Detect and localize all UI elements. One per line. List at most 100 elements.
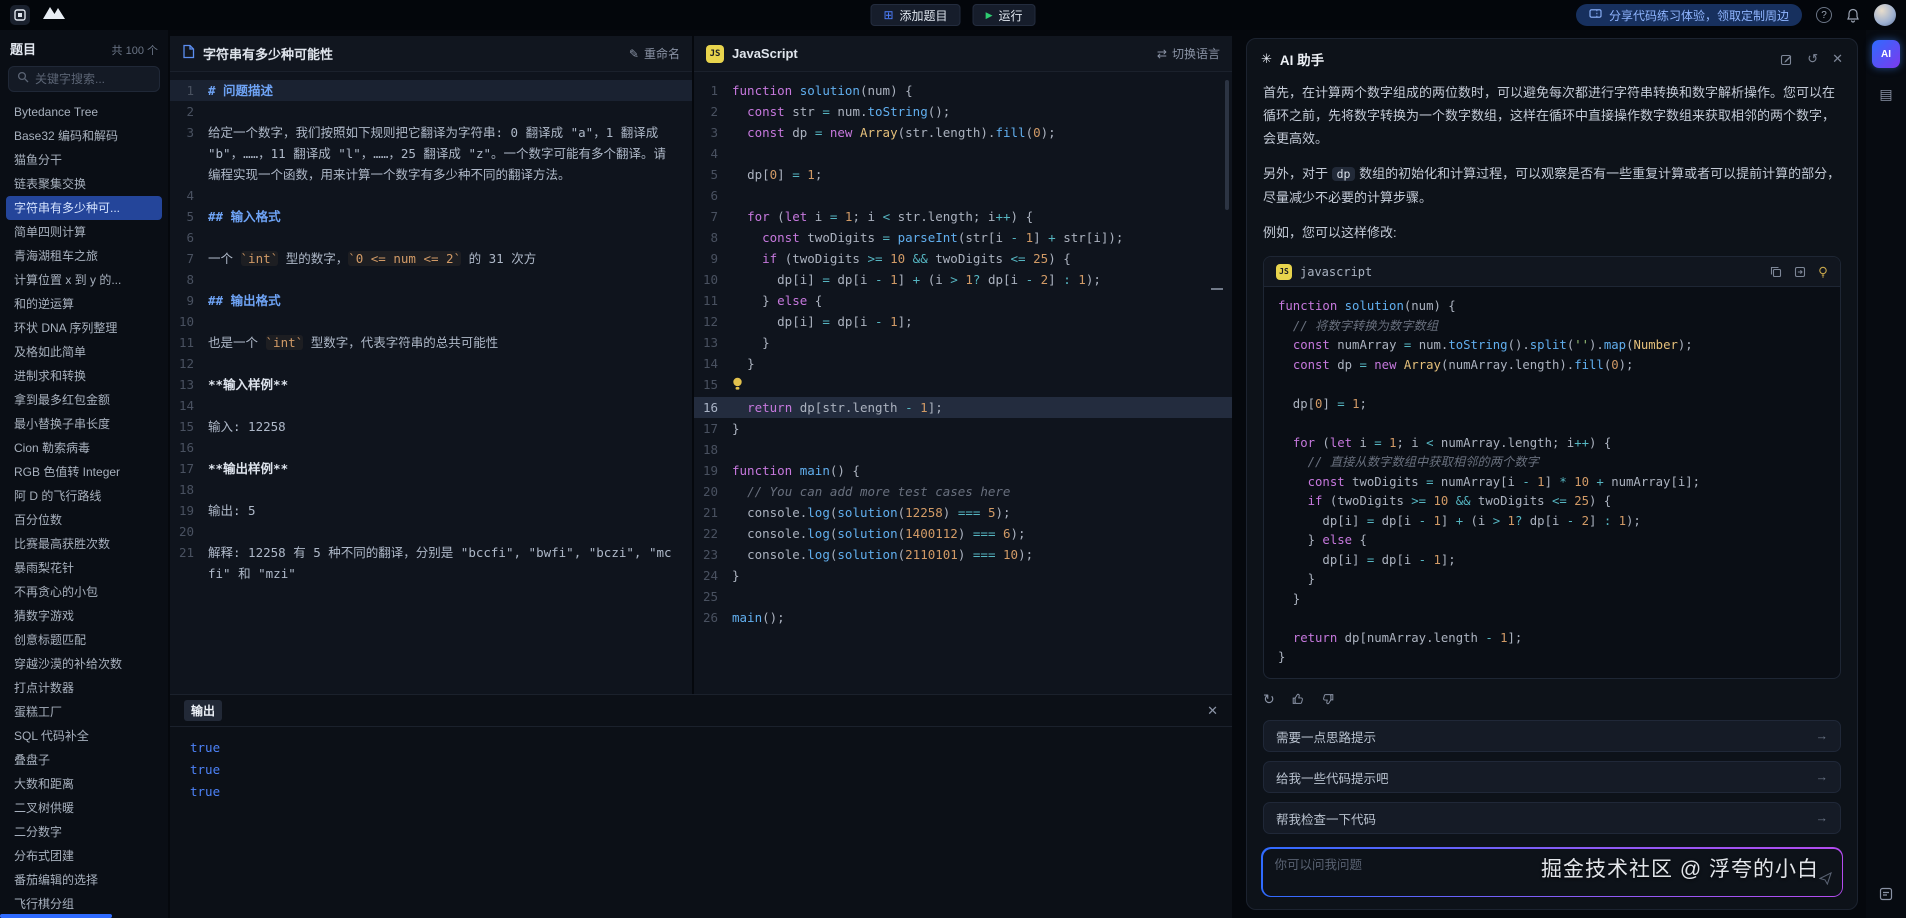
sidebar-item[interactable]: 大数和距离 [6,772,162,796]
code-line[interactable]: 9 if (twoDigits >= 10 && twoDigits <= 25… [694,248,1232,269]
code-line[interactable]: 8 const twoDigits = parseInt(str[i - 1] … [694,227,1232,248]
chat-input-field[interactable] [1275,858,1830,872]
code-line[interactable]: 18 [694,439,1232,460]
brand-logo-icon[interactable] [42,5,66,25]
sidebar-item[interactable]: 拿到最多红包金额 [6,388,162,412]
problem-line[interactable]: 14 [170,395,692,416]
quickfix-lightbulb-icon[interactable] [732,376,743,397]
copy-icon[interactable] [1770,266,1782,278]
sidebar-item[interactable]: 链表聚集交换 [6,172,162,196]
help-icon[interactable]: ? [1816,7,1832,23]
sidebar-item[interactable]: 叠盘子 [6,748,162,772]
problem-line[interactable]: 5## 输入格式 [170,206,692,227]
code-line[interactable]: 14 } [694,353,1232,374]
code-line[interactable]: 21 console.log(solution(12258) === 5); [694,502,1232,523]
sidebar-item[interactable]: 环状 DNA 序列整理 [6,316,162,340]
sidebar-item[interactable]: 计算位置 x 到 y 的... [6,268,162,292]
problem-line[interactable]: 9## 输出格式 [170,290,692,311]
regenerate-icon[interactable]: ↻ [1263,691,1275,708]
problem-line[interactable]: 6 [170,227,692,248]
thumbs-up-icon[interactable] [1291,692,1305,706]
sidebar-item[interactable]: SQL 代码补全 [6,724,162,748]
sidebar-item[interactable]: 阿 D 的飞行路线 [6,484,162,508]
problem-line[interactable]: 1# 问题描述 [170,80,692,101]
suggestion-pill[interactable]: 需要一点思路提示→ [1263,720,1841,752]
sidebar-item[interactable]: Bytedance Tree [6,100,162,124]
code-line[interactable]: 26main(); [694,607,1232,628]
hint-icon[interactable] [1818,266,1828,278]
sidebar-item[interactable]: 及格如此简单 [6,340,162,364]
problem-line[interactable]: 16 [170,437,692,458]
problem-line[interactable]: 7一个 `int` 型的数字，`0 <= num <= 2` 的 31 次方 [170,248,692,269]
sidebar-item[interactable]: 不再贪心的小包 [6,580,162,604]
problem-line[interactable]: 4 [170,185,692,206]
chat-input[interactable] [1263,849,1842,896]
sidebar-scrollbar[interactable] [0,914,112,918]
problem-line[interactable]: 20 [170,521,692,542]
sidebar-item[interactable]: 蛋糕工厂 [6,700,162,724]
sidebar-item[interactable]: 字符串有多少种可... [6,196,162,220]
code-line[interactable]: 17} [694,418,1232,439]
code-line[interactable]: 16 return dp[str.length - 1]; [694,397,1232,418]
code-line[interactable]: 13 } [694,332,1232,353]
code-line[interactable]: 3 const dp = new Array(str.length).fill(… [694,122,1232,143]
problem-line[interactable]: 13**输入样例** [170,374,692,395]
code-editor[interactable]: 1function solution(num) {2 const str = n… [694,72,1232,694]
code-line[interactable]: 10 dp[i] = dp[i - 1] + (i > 1? dp[i - 2]… [694,269,1232,290]
sidebar-item[interactable]: RGB 色值转 Integer [6,460,162,484]
sidebar-item[interactable]: 番茄编辑的选择 [6,868,162,892]
sidebar-item[interactable]: 暴雨梨花针 [6,556,162,580]
insert-code-icon[interactable] [1794,266,1806,278]
sidebar-item[interactable]: 比赛最高获胜次数 [6,532,162,556]
problem-line[interactable]: 2 [170,101,692,122]
code-line[interactable]: 4 [694,143,1232,164]
problem-line[interactable]: 3给定一个数字，我们按照如下规则把它翻译为字符串: 0 翻译成 "a"，1 翻译… [170,122,692,185]
sidebar-item[interactable]: 和的逆运算 [6,292,162,316]
sidebar-item[interactable]: Cion 勒索病毒 [6,436,162,460]
code-line[interactable]: 1function solution(num) { [694,80,1232,101]
code-line[interactable]: 23 console.log(solution(2110101) === 10)… [694,544,1232,565]
close-output-icon[interactable]: ✕ [1207,703,1218,719]
sidebar-item[interactable]: 二分数字 [6,820,162,844]
sidebar-item[interactable]: 分布式团建 [6,844,162,868]
problem-line[interactable]: 19输出: 5 [170,500,692,521]
problem-line[interactable]: 18 [170,479,692,500]
sidebar-item[interactable]: 进制求和转换 [6,364,162,388]
problem-line[interactable]: 11也是一个 `int` 型数字，代表字符串的总共可能性 [170,332,692,353]
code-line[interactable]: 24} [694,565,1232,586]
problem-line[interactable]: 12 [170,353,692,374]
send-icon[interactable] [1819,872,1832,890]
code-line[interactable]: 20 // You can add more test cases here [694,481,1232,502]
avatar[interactable] [1874,4,1896,26]
code-line[interactable]: 25 [694,586,1232,607]
promo-badge[interactable]: 分享代码练习体验，领取定制周边 [1576,4,1802,26]
code-line[interactable]: 7 for (let i = 1; i < str.length; i++) { [694,206,1232,227]
sidebar-item[interactable]: 最小替换子串长度 [6,412,162,436]
problem-line[interactable]: 17**输出样例** [170,458,692,479]
sidebar-item[interactable]: 百分位数 [6,508,162,532]
problem-line[interactable]: 8 [170,269,692,290]
history-icon[interactable]: ↺ [1807,51,1818,67]
problem-content[interactable]: 1# 问题描述2 3给定一个数字，我们按照如下规则把它翻译为字符串: 0 翻译成… [170,72,692,694]
suggestion-pill[interactable]: 帮我检查一下代码→ [1263,802,1841,834]
code-line[interactable]: 22 console.log(solution(1400112) === 6); [694,523,1232,544]
code-line[interactable]: 5 dp[0] = 1; [694,164,1232,185]
problem-line[interactable]: 15输入: 12258 [170,416,692,437]
sidebar-item[interactable]: 猜数字游戏 [6,604,162,628]
search-box[interactable] [8,66,160,92]
sidebar-item[interactable]: 打点计数器 [6,676,162,700]
ai-assistant-toggle[interactable]: AI [1872,40,1900,68]
feedback-panel-icon[interactable] [1872,880,1900,908]
rename-button[interactable]: ✎ 重命名 [629,45,680,62]
code-line[interactable]: 19function main() { [694,460,1232,481]
run-button[interactable]: ▶ 运行 [973,4,1036,26]
code-line[interactable]: 11 } else { [694,290,1232,311]
code-line[interactable]: 15 [694,374,1232,397]
sidebar-item[interactable]: 穿越沙漠的补给次数 [6,652,162,676]
code-line[interactable]: 2 const str = num.toString(); [694,101,1232,122]
notifications-icon[interactable] [1846,8,1860,23]
sidebar-item[interactable]: 简单四则计算 [6,220,162,244]
add-problem-button[interactable]: ⊞ 添加题目 [870,4,960,26]
suggestion-pill[interactable]: 给我一些代码提示吧→ [1263,761,1841,793]
app-logo-icon[interactable] [10,5,30,25]
